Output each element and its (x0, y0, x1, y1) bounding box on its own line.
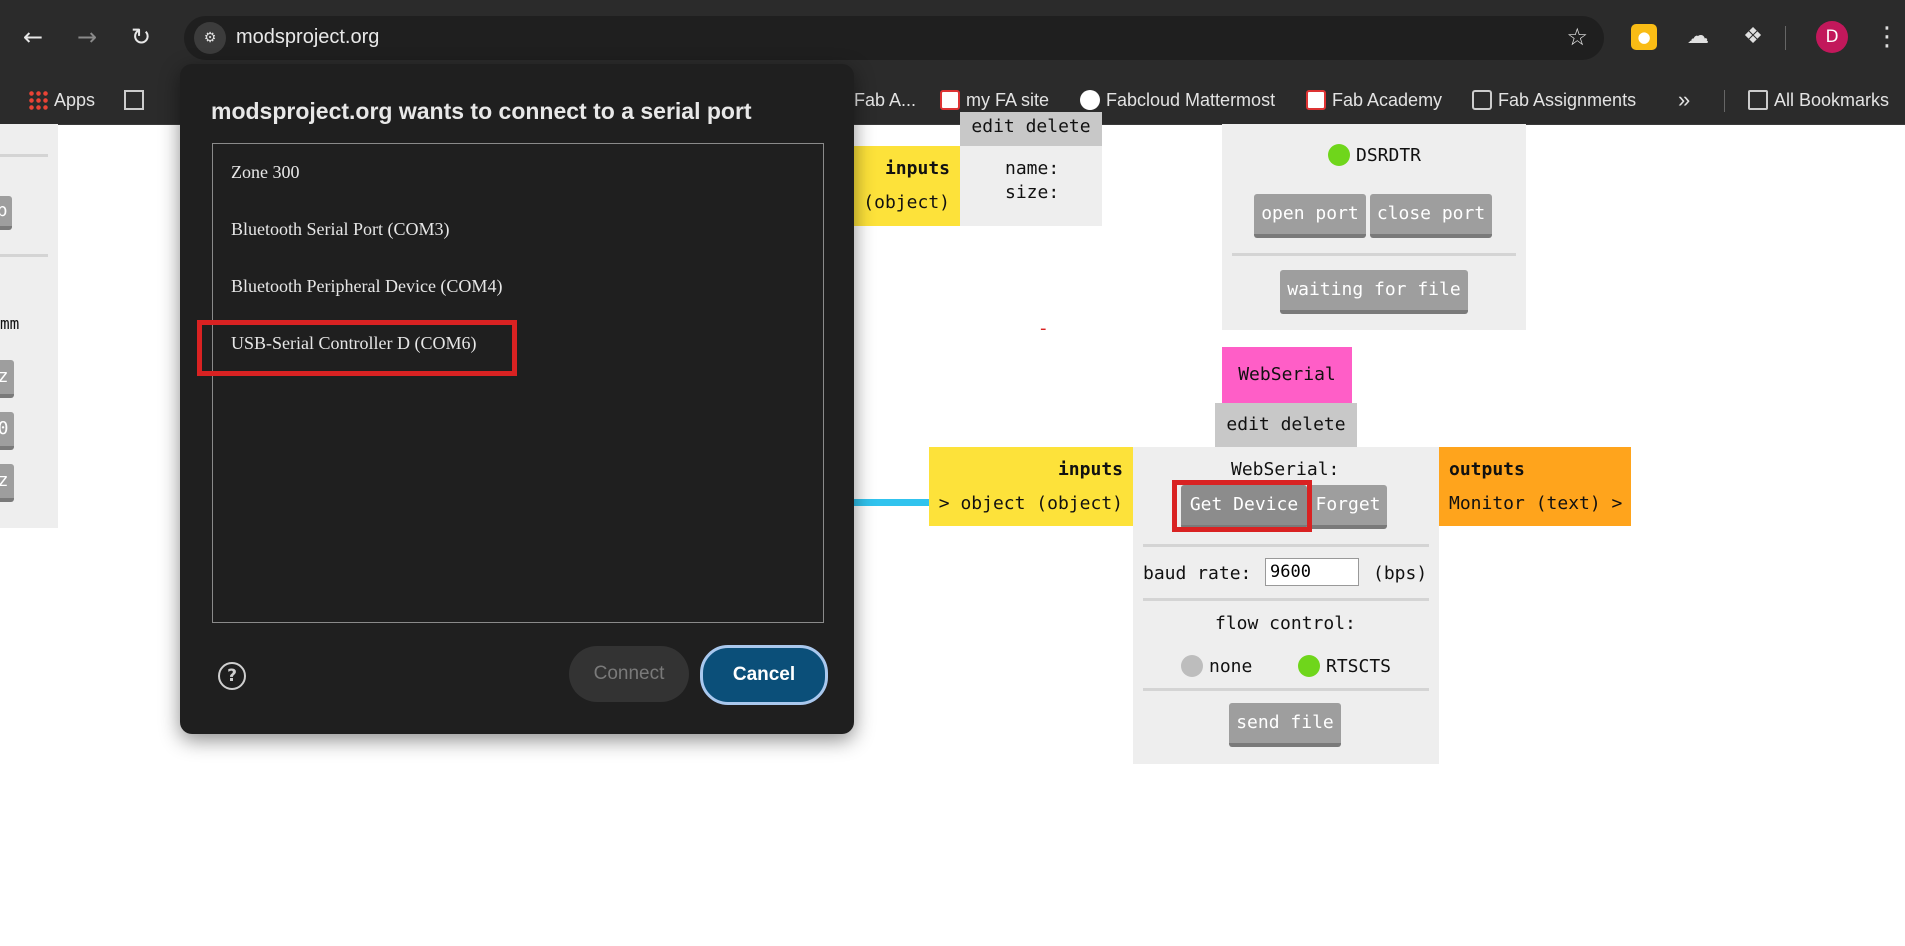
cloud-extension-icon[interactable]: ☁ (1681, 20, 1715, 54)
menu-kebab-icon[interactable]: ⋮ (1870, 20, 1904, 54)
left-button-z2[interactable]: z (0, 464, 14, 502)
url-text[interactable]: modsproject.org (236, 26, 379, 49)
profile-avatar[interactable]: D (1816, 21, 1848, 53)
bookmark-fab-assignments[interactable]: Fab Assignments (1472, 86, 1636, 114)
webserial-heading: WebSerial: (1231, 459, 1340, 480)
connect-button[interactable]: Connect (569, 646, 689, 702)
port-item[interactable]: Bluetooth Peripheral Device (COM4) (231, 276, 502, 297)
webserial-inputs: inputs > object (object) (929, 447, 1133, 526)
file-module-body: name: size: (960, 146, 1102, 226)
baud-rate-label: baud rate: (1143, 563, 1252, 584)
send-file-button[interactable]: send file (1229, 703, 1341, 747)
mattermost-icon (1080, 90, 1100, 110)
port-item[interactable]: Bluetooth Serial Port (COM3) (231, 219, 450, 240)
connection-wire[interactable] (854, 499, 930, 506)
close-port-button[interactable]: close port (1370, 194, 1492, 238)
bookmark-fab-a[interactable]: Fab A... (854, 86, 916, 114)
left-mm-label: mm (0, 314, 20, 333)
left-button-p[interactable]: p (0, 196, 12, 230)
waiting-for-file-button[interactable]: waiting for file (1280, 270, 1468, 314)
back-icon[interactable]: ← (16, 20, 50, 54)
bookmarks-overflow-icon[interactable]: » (1678, 86, 1690, 114)
webserial-edit-delete[interactable]: edit delete (1215, 403, 1357, 447)
port-highlight (197, 320, 517, 376)
cancel-button[interactable]: Cancel (700, 645, 828, 705)
get-device-highlight (1172, 480, 1312, 532)
bookmark-apps[interactable]: Apps (28, 86, 95, 114)
dialog-title: modsproject.org wants to connect to a se… (211, 98, 752, 124)
address-bar[interactable]: ⚙ modsproject.org ☆ (184, 16, 1604, 60)
port-list[interactable]: Zone 300 Bluetooth Serial Port (COM3) Bl… (212, 143, 824, 623)
webserial-title[interactable]: WebSerial (1222, 347, 1352, 403)
all-bookmarks-folder[interactable]: All Bookmarks (1748, 86, 1889, 114)
flow-rtscts-option[interactable]: RTSCTS (1298, 655, 1391, 677)
left-button-0[interactable]: 0 (0, 412, 14, 450)
port-item[interactable]: Zone 300 (231, 162, 299, 183)
serial-port-dialog: modsproject.org wants to connect to a se… (180, 64, 854, 734)
webserial-outputs: outputs Monitor (text) > (1439, 447, 1631, 526)
open-port-button[interactable]: open port (1254, 194, 1366, 238)
keep-extension-icon[interactable]: ● (1631, 24, 1657, 50)
webserial-input-port[interactable]: > object (object) (939, 493, 1123, 514)
left-module-panel: p mm z 0 z (0, 124, 58, 528)
fab-logo-icon (940, 90, 960, 110)
fab-academy-icon (1306, 90, 1326, 110)
baud-unit-label: (bps) (1373, 563, 1428, 584)
file-input-port[interactable]: (object) (863, 192, 950, 213)
toolbar-divider (1785, 26, 1786, 50)
file-module-edit-delete[interactable]: edit delete (960, 112, 1102, 146)
serial-module-body: DSRDTR open port close port waiting for … (1222, 124, 1526, 330)
flow-rtscts-radio-icon (1298, 655, 1320, 677)
forget-button[interactable]: Forget (1309, 485, 1387, 529)
bookmark-my-fa-site[interactable]: my FA site (940, 86, 1049, 114)
bookmark-fab-academy[interactable]: Fab Academy (1306, 86, 1442, 114)
site-info-icon[interactable]: ⚙ (194, 22, 226, 54)
flow-none-option[interactable]: none (1181, 655, 1252, 677)
help-icon[interactable]: ? (218, 662, 246, 690)
webserial-output-port[interactable]: Monitor (text) > (1449, 493, 1622, 514)
bookmark-fabcloud-mattermost[interactable]: Fabcloud Mattermost (1080, 86, 1275, 114)
flow-control-label: flow control: (1215, 613, 1356, 634)
left-button-z1[interactable]: z (0, 360, 14, 398)
apps-grid-icon (28, 90, 48, 110)
book-icon (1472, 90, 1492, 110)
dsrdtr-radio-icon (1328, 144, 1350, 166)
flow-none-radio-icon (1181, 655, 1203, 677)
bookmarks-divider (1724, 90, 1725, 112)
baud-rate-input[interactable] (1265, 558, 1359, 586)
reload-icon[interactable]: ↻ (124, 20, 158, 54)
folder-icon (1748, 90, 1768, 110)
bookmark-star-icon[interactable]: ☆ (1566, 23, 1588, 51)
tab-groups-icon[interactable] (124, 86, 144, 114)
forward-icon[interactable]: → (70, 20, 104, 54)
dsrdtr-option[interactable]: DSRDTR (1328, 144, 1421, 166)
canvas-marker: - (1040, 318, 1047, 339)
file-module-inputs: inputs (object) (853, 146, 960, 226)
extensions-puzzle-icon[interactable]: ❖ (1736, 20, 1770, 54)
